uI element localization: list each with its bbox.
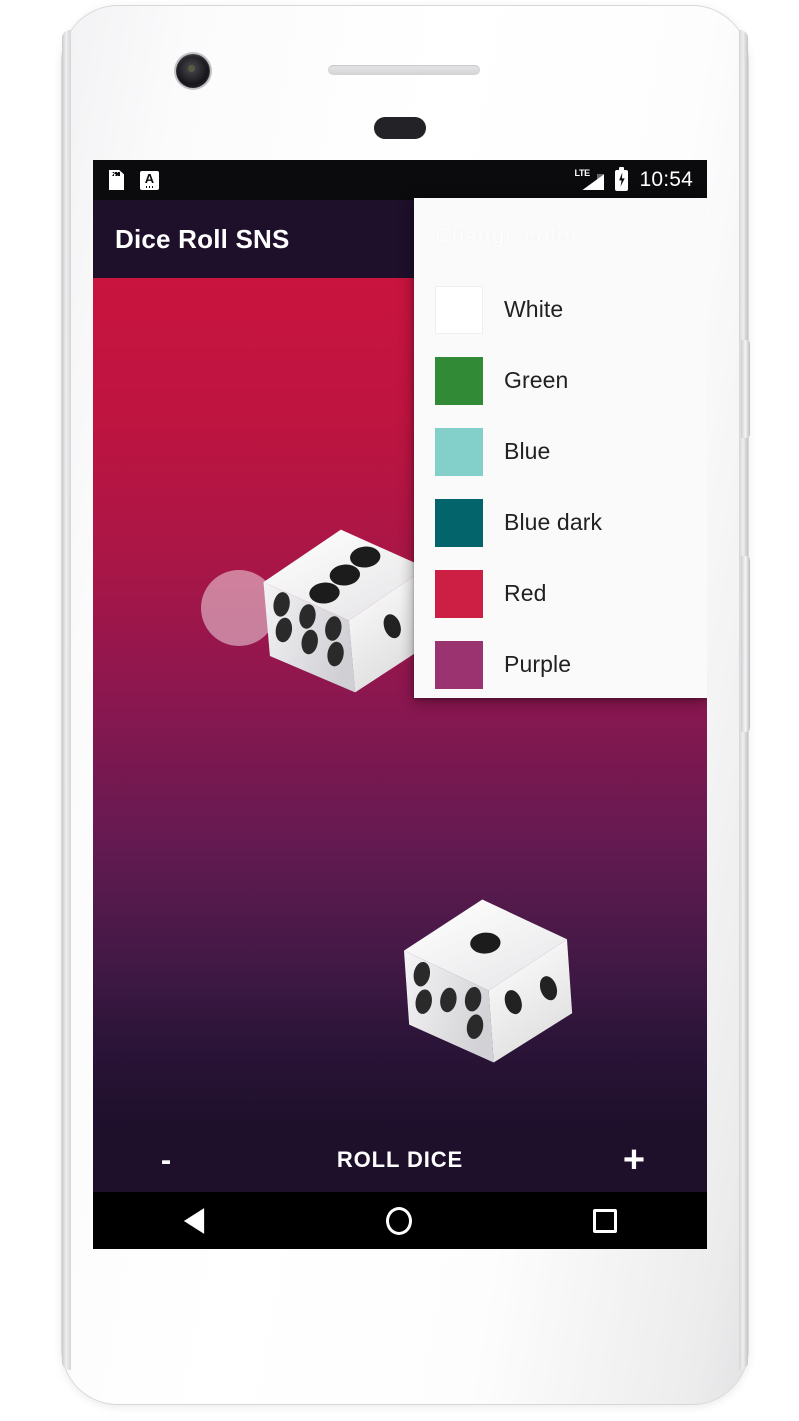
front-camera-icon	[176, 54, 210, 88]
status-bar-right-icons: LTE 10:54	[574, 166, 693, 192]
menu-item-blue-dark[interactable]: Blue dark	[414, 487, 707, 558]
volume-button[interactable]	[741, 556, 750, 732]
menu-item-label: Purple	[504, 651, 572, 677]
status-bar-clock: 10:54	[639, 168, 693, 191]
color-swatch-blue-icon	[435, 427, 483, 476]
lte-signal-icon: LTE	[574, 168, 605, 191]
phone-screen: A LTE 10:54 Dice Roll SNS - ROLL DICE + …	[93, 160, 707, 1249]
color-swatch-green-icon	[435, 356, 483, 405]
color-swatch-red-icon	[435, 569, 483, 618]
menu-item-purple[interactable]: Purple	[414, 629, 707, 698]
sd-card-icon	[109, 170, 124, 190]
recents-icon[interactable]	[592, 1208, 617, 1233]
status-bar-left-icons: A	[109, 170, 159, 190]
menu-item-white[interactable]: White	[414, 274, 707, 345]
decrease-dice-button[interactable]: -	[121, 1144, 211, 1175]
color-swatch-blue-dark-icon	[435, 498, 483, 547]
phone-left-rail	[62, 30, 71, 1370]
color-swatch-purple-icon	[435, 640, 483, 689]
status-bar: A LTE 10:54	[93, 160, 707, 200]
home-icon[interactable]	[385, 1206, 412, 1235]
roll-dice-button[interactable]: ROLL DICE	[211, 1147, 589, 1173]
android-navigation-bar	[93, 1192, 707, 1249]
menu-item-label: White	[504, 296, 564, 322]
app-title: Dice Roll SNS	[115, 223, 290, 254]
menu-item-blue[interactable]: Blue	[414, 416, 707, 487]
lte-label: LTE	[574, 168, 590, 178]
proximity-sensor	[374, 117, 426, 139]
auto-brightness-icon: A	[140, 170, 159, 190]
color-swatch-white-icon	[435, 285, 483, 334]
menu-item-label: Red	[504, 580, 547, 606]
dropdown-header: Change color	[435, 223, 580, 248]
action-bar: - ROLL DICE +	[93, 1128, 707, 1192]
menu-item-red[interactable]: Red	[414, 558, 707, 629]
color-dropdown-menu[interactable]: Change color White Green Blue Blue dark …	[414, 198, 707, 698]
earpiece-speaker	[328, 65, 480, 75]
battery-charging-icon	[615, 166, 629, 191]
menu-item-label: Blue dark	[504, 509, 603, 535]
menu-item-label: Blue	[504, 438, 551, 464]
menu-item-label: Green	[504, 367, 569, 393]
die-two[interactable]	[387, 880, 590, 1083]
power-button[interactable]	[741, 340, 750, 438]
increase-dice-button[interactable]: +	[589, 1141, 679, 1179]
menu-item-green[interactable]: Green	[414, 345, 707, 416]
back-icon[interactable]	[184, 1207, 205, 1234]
